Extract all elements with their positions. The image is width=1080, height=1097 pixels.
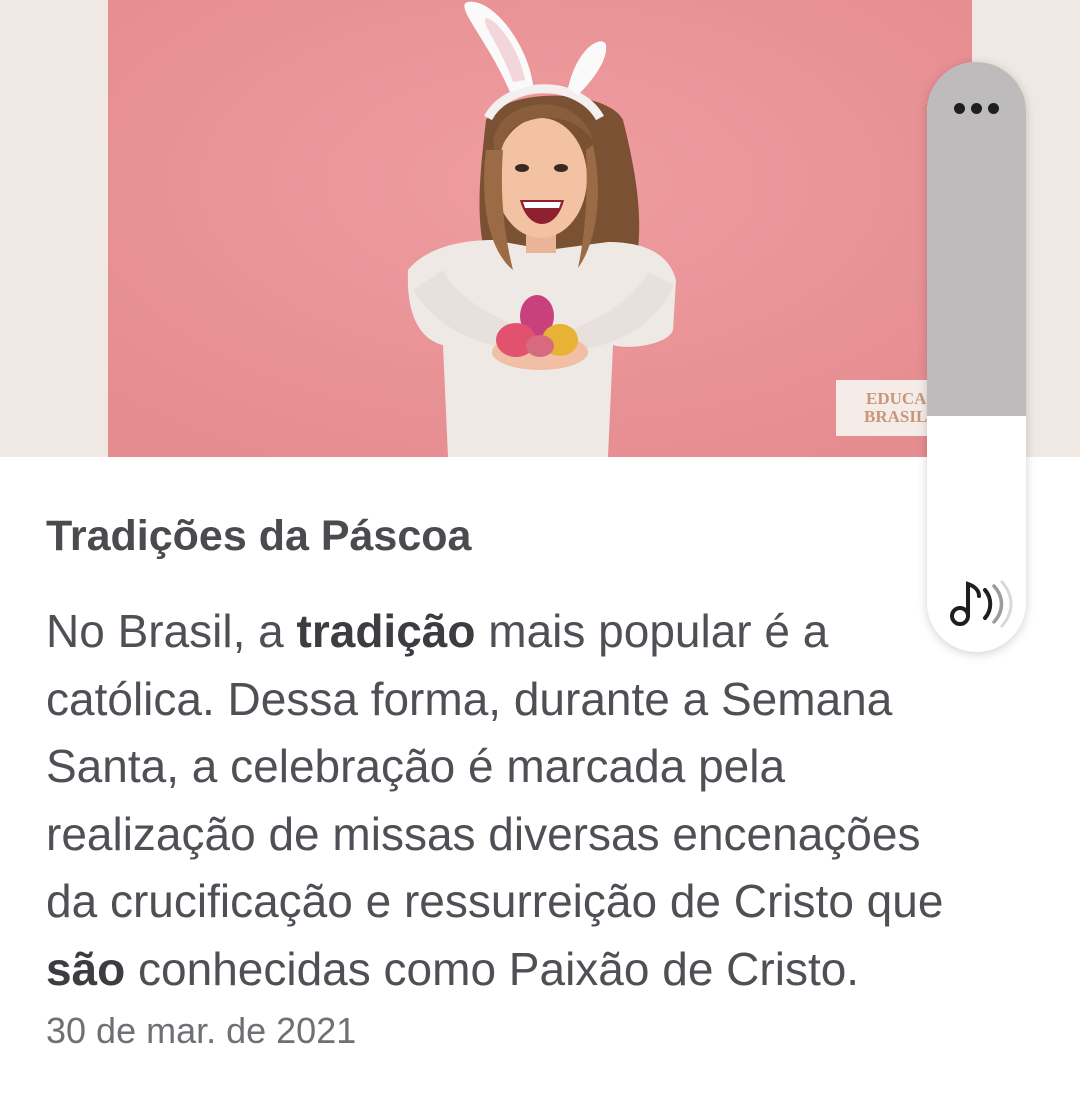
more-horizontal-icon[interactable] xyxy=(927,88,1026,128)
watermark-line-1: EDUCA xyxy=(866,389,927,408)
bold-keyword: tradição xyxy=(296,605,476,657)
dot xyxy=(971,102,982,114)
article-body-line: da crucificação e ressurreição de Cristo… xyxy=(46,868,1056,936)
body-text-segment: católica. Dessa forma, durante a Semana xyxy=(46,672,893,725)
article-body: No Brasil, a tradição mais popular é a ca… xyxy=(46,598,1056,1003)
body-text-segment: Santa, a celebração é marcada pela xyxy=(46,740,786,792)
body-text-segment: conhecidas como Paixão de Cristo. xyxy=(125,942,860,995)
hero-image[interactable]: EDUCA BRASIL xyxy=(108,0,972,457)
article-title: Tradições da Páscoa xyxy=(46,512,472,560)
watermark-line-2: BRASIL xyxy=(864,407,927,426)
article-body-line: No Brasil, a tradição mais popular é a xyxy=(46,598,1056,666)
article-date: 30 de mar. de 2021 xyxy=(46,1010,357,1051)
dot xyxy=(954,102,965,114)
easter-photo-illustration: EDUCA BRASIL xyxy=(108,0,972,457)
article-body-line: são conhecidas como Paixão de Cristo. xyxy=(46,936,1056,1004)
dot xyxy=(988,102,999,114)
article-body-line: realização de missas diversas encenações xyxy=(46,801,1056,869)
article-body-line: católica. Dessa forma, durante a Semana xyxy=(46,666,1056,734)
body-text-segment: realização de missas diversas encenações xyxy=(46,807,921,860)
body-text-segment: No Brasil, a xyxy=(46,605,297,657)
body-text-segment: mais popular é a xyxy=(475,605,829,657)
article-body-line: Santa, a celebração é marcada pela xyxy=(46,733,1056,801)
audio-volume-slider[interactable] xyxy=(927,62,1026,652)
bold-keyword: são xyxy=(46,942,126,995)
music-note-sound-icon[interactable] xyxy=(939,570,1014,636)
body-text-segment: da crucificação e ressurreição de Cristo… xyxy=(46,875,944,927)
story-card: EDUCA BRASIL Tradições da Páscoa No Bras… xyxy=(0,0,1080,1097)
